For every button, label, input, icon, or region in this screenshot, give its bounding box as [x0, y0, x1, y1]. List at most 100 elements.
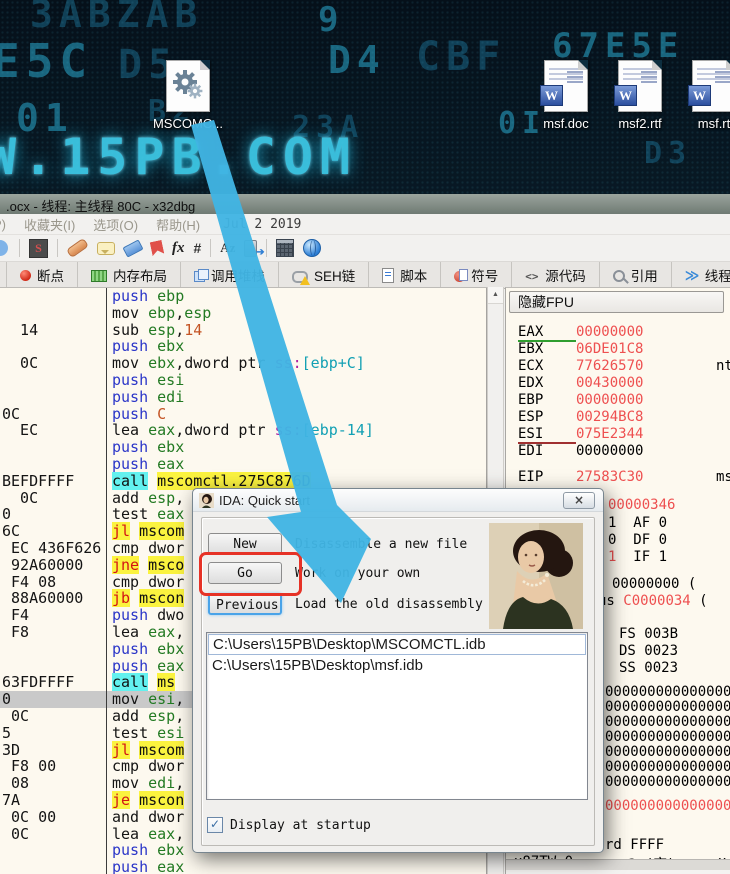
asm-token: mov [112, 774, 148, 792]
display-at-startup-checkbox[interactable]: ✓ [207, 817, 223, 833]
asm-instruction: add esp, [112, 490, 184, 507]
eflags-value: 00000346 [608, 497, 675, 513]
hash-icon[interactable]: # [194, 240, 202, 256]
asm-row[interactable]: push ebx [0, 338, 487, 355]
menu-item-favorites[interactable]: 收藏夹(I) [24, 215, 75, 234]
x87-value: 0000000000000000000 [605, 729, 730, 745]
desktop-icon-label: MSCOMC... [150, 116, 226, 131]
asm-token: ss: [275, 421, 302, 439]
asm-token: , [175, 321, 184, 339]
word-w-icon: W [688, 85, 711, 106]
asm-row[interactable]: push edi [0, 389, 487, 406]
desktop-icon-msf2-rtf[interactable]: W msf2.rtf [602, 60, 678, 131]
x87-tagword-fragment: rd FFFF [605, 837, 664, 853]
tab-threads[interactable]: 线程 [672, 262, 730, 288]
x87-register-row: 0000000000000000000 [605, 729, 730, 745]
asm-row[interactable]: 14sub esp,14 [0, 322, 487, 339]
internet-icon[interactable] [303, 239, 321, 257]
tab-source[interactable]: 源代码 [512, 262, 600, 288]
asm-row[interactable]: mov ebp,esp [0, 305, 487, 322]
asm-token: push [112, 606, 157, 624]
asm-row[interactable]: 0Cmov ebx,dword ptr ss:[ebp+C] [0, 355, 487, 372]
tab-seh[interactable]: SEH链 [279, 262, 369, 288]
asm-token: mscon [139, 791, 184, 809]
tab-callstack[interactable]: 调用堆栈 [181, 262, 279, 288]
partial-icon[interactable] [0, 240, 8, 256]
asm-token: , [175, 774, 184, 792]
source-toggle-icon[interactable]: S [29, 239, 48, 258]
asm-bytes: F8 [2, 624, 29, 641]
asm-row[interactable]: push ebx [0, 439, 487, 456]
asm-instruction: push edi [112, 389, 184, 406]
patch-icon[interactable] [66, 238, 89, 258]
asm-token: ss: [275, 354, 302, 372]
asm-row[interactable]: push eax [0, 456, 487, 473]
asm-token: eax [148, 421, 175, 439]
register-row: ESP00294BC8 [518, 409, 643, 425]
tab-symbols[interactable]: 符号 [441, 262, 512, 288]
asm-instruction: jne msco [112, 557, 184, 574]
scroll-up-arrow[interactable]: ▲ [488, 287, 503, 304]
asm-token [148, 673, 157, 691]
close-icon[interactable]: × [563, 492, 595, 509]
bookmark-icon[interactable] [150, 240, 165, 256]
asm-bytes: 0 [2, 506, 11, 523]
recent-files-list[interactable]: C:\Users\15PB\Desktop\MSCOMCTL.idb C:\Us… [206, 632, 588, 800]
strings-icon[interactable]: Az [220, 240, 235, 256]
menu-item-plugins[interactable]: P) [0, 217, 6, 232]
asm-token: call [112, 673, 148, 691]
desktop-icon-msf-doc[interactable]: W msf.doc [528, 60, 604, 131]
previous-button[interactable]: Previous [208, 593, 282, 615]
asm-token: , [175, 304, 184, 322]
asm-row[interactable]: push eax [0, 859, 487, 874]
recent-file-item[interactable]: C:\Users\15PB\Desktop\msf.idb [208, 656, 586, 675]
asm-token [139, 556, 148, 574]
x87-register-row: 0000000000000000000 [605, 699, 730, 715]
asm-instruction: push eax [112, 658, 184, 675]
asm-token: ebx [157, 841, 184, 859]
register-pane-bottom [506, 870, 730, 874]
tab-label: 源代码 [545, 265, 586, 285]
asm-token: push [112, 858, 157, 874]
tab-label: SEH链 [314, 265, 355, 285]
asm-instruction: lea eax, [112, 826, 184, 843]
desktop-icon-msf-rtf[interactable]: W msf.rt [676, 60, 730, 131]
window-titlebar[interactable]: .ocx - 线程: 主线程 80C - x32dbg [0, 194, 730, 214]
ocx-file-icon [166, 60, 210, 112]
asm-token: esp [148, 707, 175, 725]
asm-row[interactable]: EClea eax,dword ptr ss:[ebp-14] [0, 422, 487, 439]
hide-fpu-button[interactable]: 隐藏FPU [509, 291, 724, 313]
register-value: 075E2344 [576, 426, 643, 442]
menu-bar: P) 收藏夹(I) 选项(O) 帮助(H) Jul 2 2019 [0, 214, 730, 235]
breakpoint-icon [20, 270, 31, 281]
asm-row[interactable]: 0Cpush C [0, 406, 487, 423]
label-icon[interactable] [122, 239, 143, 257]
asm-row[interactable]: push esi [0, 372, 487, 389]
comment-icon[interactable] [97, 242, 115, 255]
asm-bytes: 63FDFFFF [2, 674, 74, 691]
asm-token: jl [112, 741, 130, 759]
trace-icon[interactable] [244, 240, 257, 257]
calculator-icon[interactable] [276, 239, 294, 257]
column-separator [106, 288, 107, 874]
menu-item-options[interactable]: 选项(O) [93, 215, 138, 234]
tab-script[interactable]: 脚本 [369, 262, 441, 288]
asm-token [130, 741, 139, 759]
function-icon[interactable]: fx [172, 240, 185, 257]
asm-token: lea [112, 825, 148, 843]
tab-label: 符号 [471, 265, 498, 285]
tab-breakpoint[interactable]: 断点 [6, 262, 78, 288]
menu-item-help[interactable]: 帮助(H) [156, 215, 200, 234]
x87-register-row: 0000000000000000000 [605, 714, 730, 730]
asm-row[interactable]: push ebp [0, 288, 487, 305]
register-value: 06DE01C8 [576, 341, 643, 357]
asm-bytes: 3D [2, 742, 20, 759]
desktop-icon-mscomctl[interactable]: MSCOMC... [150, 60, 226, 131]
recent-file-item[interactable]: C:\Users\15PB\Desktop\MSCOMCTL.idb [208, 634, 586, 655]
dialog-titlebar[interactable]: IDA: Quick start × [193, 489, 603, 512]
tab-label: 引用 [631, 265, 658, 285]
word-w-icon: W [614, 85, 637, 106]
tab-memory[interactable]: 内存布局 [78, 262, 181, 288]
asm-bytes: 0C 00 [2, 809, 56, 826]
tab-references[interactable]: 引用 [600, 262, 672, 288]
